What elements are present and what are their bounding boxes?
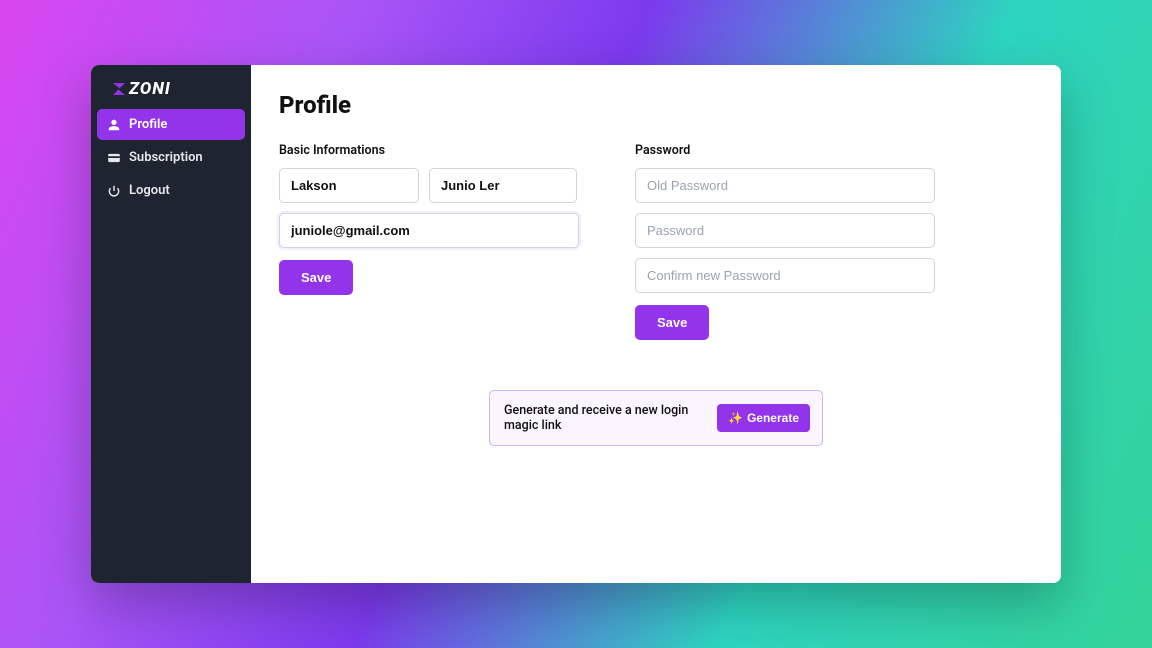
page-title: Profile — [279, 91, 1033, 119]
password-section: Password Save — [635, 143, 935, 340]
main-content: Profile Basic Informations Save Password… — [251, 65, 1061, 583]
brand-logo-icon — [111, 81, 127, 97]
card-icon — [107, 151, 121, 165]
sidebar-item-profile[interactable]: Profile — [97, 109, 245, 140]
name-row — [279, 168, 579, 203]
save-basic-button[interactable]: Save — [279, 260, 353, 295]
new-password-field[interactable] — [635, 213, 935, 248]
generate-button-label: Generate — [747, 411, 799, 425]
brand-logo: ZONI — [91, 65, 251, 109]
app-window: ZONI Profile Subscription Logout — [91, 65, 1061, 583]
user-icon — [107, 118, 121, 132]
confirm-password-field[interactable] — [635, 258, 935, 293]
profile-columns: Basic Informations Save Password Save — [279, 143, 1033, 340]
magic-link-text: Generate and receive a new login magic l… — [504, 403, 705, 433]
sidebar-item-subscription[interactable]: Subscription — [97, 142, 245, 173]
password-section-label: Password — [635, 143, 935, 158]
old-password-field[interactable] — [635, 168, 935, 203]
last-name-field[interactable] — [429, 168, 577, 203]
email-field[interactable] — [279, 213, 579, 248]
generate-button[interactable]: ✨ Generate — [717, 404, 810, 432]
magic-link-box: Generate and receive a new login magic l… — [489, 390, 823, 446]
basic-info-section: Basic Informations Save — [279, 143, 579, 340]
sidebar-nav: Profile Subscription Logout — [91, 109, 251, 206]
sidebar-item-logout[interactable]: Logout — [97, 175, 245, 206]
first-name-field[interactable] — [279, 168, 419, 203]
sparkle-icon: ✨ — [728, 411, 743, 425]
sidebar-item-label: Profile — [129, 117, 167, 132]
sidebar-item-label: Subscription — [129, 150, 203, 165]
power-icon — [107, 184, 121, 198]
basic-section-label: Basic Informations — [279, 143, 579, 158]
brand-text: ZONI — [129, 79, 171, 99]
save-password-button[interactable]: Save — [635, 305, 709, 340]
sidebar: ZONI Profile Subscription Logout — [91, 65, 251, 583]
sidebar-item-label: Logout — [129, 183, 170, 198]
